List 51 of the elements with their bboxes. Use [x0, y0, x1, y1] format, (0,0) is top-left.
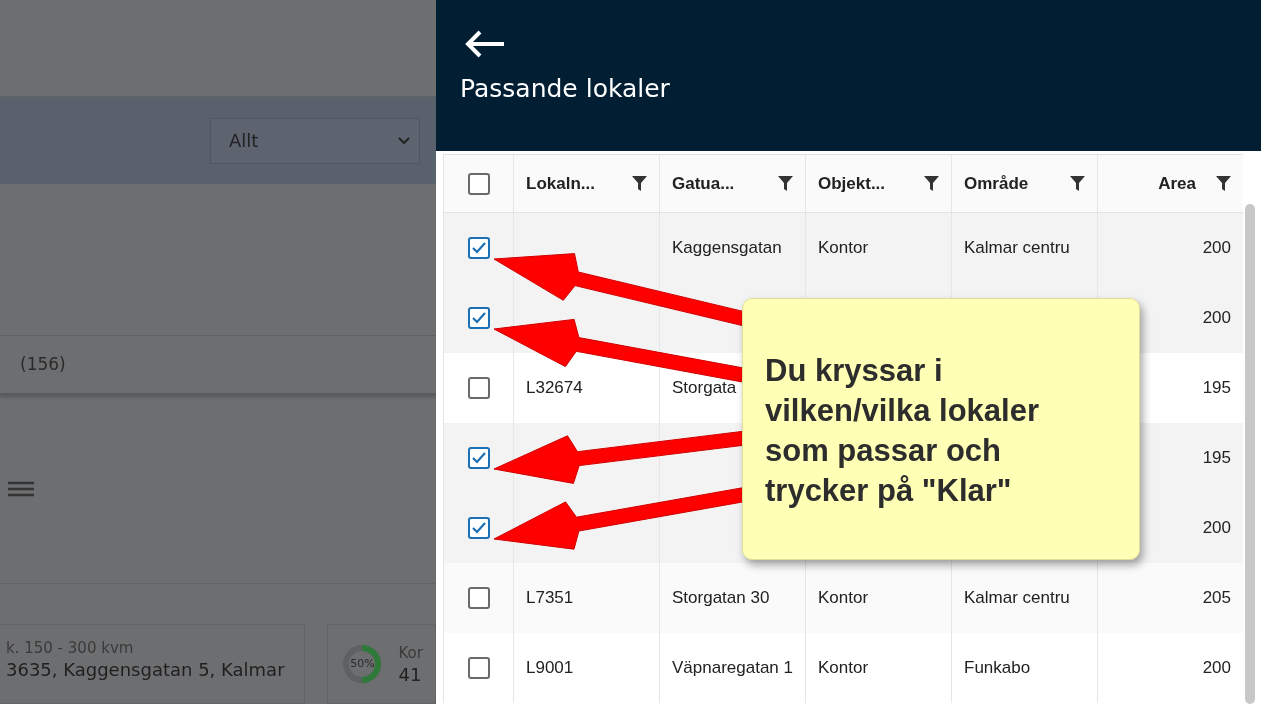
- list-icon: [8, 480, 34, 497]
- column-header[interactable]: Område: [964, 173, 1029, 194]
- column-header[interactable]: Lokaln...: [526, 173, 595, 194]
- table-cell: Funkabo: [964, 658, 1031, 678]
- check-icon: [470, 310, 487, 326]
- check-icon: [470, 450, 487, 466]
- card-address: 3635, Kaggensgatan 5, Kalmar: [6, 659, 286, 680]
- table-cell: 200: [1202, 658, 1231, 678]
- filter-icon[interactable]: [1070, 176, 1085, 191]
- row-checkbox[interactable]: [467, 237, 490, 259]
- filter-icon[interactable]: [924, 176, 939, 191]
- row-checkbox[interactable]: [467, 307, 490, 329]
- table-cell: Storgatan 30: [672, 588, 770, 608]
- column-header[interactable]: Gatua...: [672, 173, 735, 194]
- table-cell: L7351: [526, 588, 574, 608]
- table-cell: 200: [1202, 308, 1231, 328]
- table-cell: Kontor: [818, 658, 869, 678]
- filter-icon[interactable]: [778, 176, 793, 191]
- chevron-down-icon: [397, 135, 411, 146]
- table-cell: Kalmar centru: [964, 238, 1070, 258]
- table-cell: Storgata: [672, 378, 737, 398]
- table-cell: 195: [1202, 378, 1231, 398]
- check-icon: [470, 520, 487, 536]
- scrollbar[interactable]: [1245, 204, 1255, 704]
- drawer-title: Passande lokaler: [460, 74, 671, 103]
- check-icon: [470, 240, 487, 256]
- row-checkbox[interactable]: [467, 517, 490, 539]
- column-header[interactable]: Objekt...: [818, 173, 886, 194]
- column-header[interactable]: Area: [1158, 173, 1196, 194]
- filter-icon[interactable]: [1216, 176, 1231, 191]
- table-cell: Kontor: [818, 238, 869, 258]
- table-cell: L32674: [526, 378, 583, 398]
- callout-text: Du kryssar i vilken/vilka lokaler som passar och trycker på "Klar": [765, 353, 1039, 508]
- row-checkbox[interactable]: [467, 657, 490, 679]
- table-cell: 195: [1202, 448, 1231, 468]
- table-cell: 200: [1202, 238, 1231, 258]
- table-cell: 205: [1202, 588, 1231, 608]
- row-checkbox[interactable]: [467, 587, 490, 609]
- table-cell: 200: [1202, 518, 1231, 538]
- table-cell: Väpnaregatan 1: [672, 658, 793, 678]
- table-cell: L9001: [526, 658, 574, 678]
- row-checkbox[interactable]: [467, 377, 490, 399]
- table-cell: Kontor: [818, 588, 869, 608]
- row-checkbox[interactable]: [467, 447, 490, 469]
- select-all-checkbox[interactable]: [467, 172, 490, 195]
- card-value: 41: [398, 663, 423, 685]
- count-label: (156): [20, 354, 66, 375]
- table-cell: Kalmar centru: [964, 588, 1070, 608]
- back-arrow-icon[interactable]: [464, 30, 506, 58]
- filter-icon[interactable]: [632, 176, 647, 191]
- table-cell: Kaggensgatan: [672, 238, 782, 258]
